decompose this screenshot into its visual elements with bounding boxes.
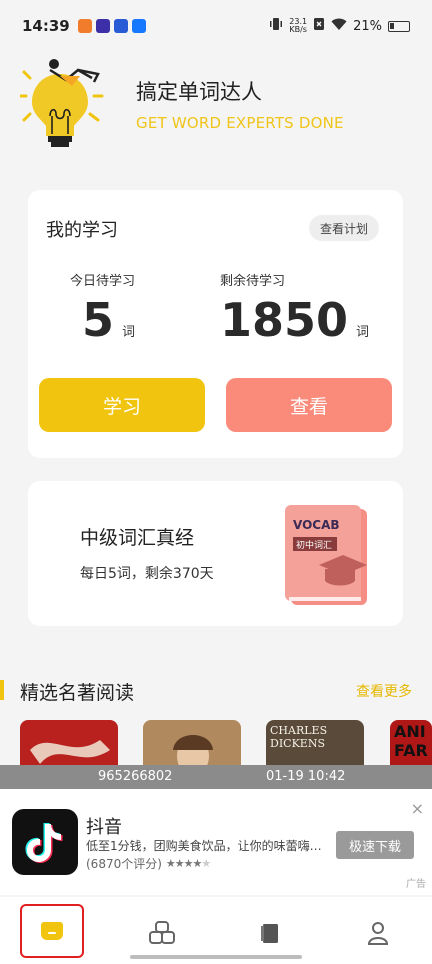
profile-icon: [367, 922, 389, 945]
net-speed-unit: KB/s: [289, 25, 307, 34]
watermark-id: 965266802: [98, 769, 173, 784]
remaining-label: 剩余待学习: [220, 274, 286, 289]
book-thumbnail-text: CHARLES DICKENS: [270, 724, 328, 750]
gesture-bar[interactable]: [130, 955, 302, 959]
bottom-nav: [0, 897, 432, 964]
ad-app-name: 抖音: [86, 817, 122, 838]
status-app-icons: [77, 19, 146, 33]
blue-link-icon: [113, 19, 128, 33]
ad-description: 低至1分钱，团购美食饮品，让你的味蕾嗨…: [86, 839, 322, 853]
apps-icon: [149, 921, 175, 944]
ad-banner[interactable]: 抖音 低至1分钱，团购美食饮品，让你的味蕾嗨… (6870个评分) ★★★★★ …: [0, 789, 432, 895]
remaining-value-wrap: 1850 词: [220, 289, 369, 343]
app-title: 搞定单词达人: [136, 80, 262, 104]
remaining-value: 1850: [220, 293, 349, 347]
portrait-art-icon: [143, 720, 241, 770]
status-right: 23.1 KB/s 21%: [269, 17, 410, 35]
nav-apps-tab[interactable]: [132, 905, 192, 961]
my-study-card: 我的学习 查看计划 今日待学习 5词 剩余待学习 1850 词 学习 查看: [28, 190, 403, 458]
my-study-title: 我的学习: [46, 220, 118, 241]
today-label: 今日待学习: [70, 274, 136, 289]
book-title: 中级词汇真经: [80, 527, 195, 549]
today-value-wrap: 5词: [82, 289, 135, 343]
orange-app-icon: [77, 19, 92, 33]
status-time: 14:39: [22, 17, 70, 35]
reading-section-title: 精选名著阅读: [20, 682, 135, 704]
book-thumbnail[interactable]: ANI FAR: [390, 720, 432, 770]
section-accent-bar: [0, 680, 4, 700]
book-cover-tag: 初中词汇: [296, 539, 332, 551]
app-subtitle: GET WORD EXPERTS DONE: [136, 114, 344, 132]
alipay-icon: [131, 19, 146, 33]
sim-off-icon: [313, 17, 325, 35]
book-art-icon: [30, 740, 110, 764]
nav-home-tab[interactable]: [20, 904, 84, 958]
book-thumbnail[interactable]: CHARLES DICKENS: [266, 720, 364, 770]
header: 搞定单词达人 GET WORD EXPERTS DONE: [20, 56, 412, 156]
lightbulb-mascot-icon: [20, 59, 104, 147]
book-icon: [261, 924, 278, 943]
study-button[interactable]: 学习: [39, 378, 205, 432]
purple-play-icon: [95, 19, 110, 33]
battery-icon: [388, 20, 410, 32]
vocab-book-card[interactable]: 中级词汇真经 每日5词，剩余370天 VOCAB 初中词汇: [28, 481, 403, 626]
book-thumbnail[interactable]: [20, 720, 118, 770]
nav-book-tab[interactable]: [240, 905, 300, 961]
watermark-time: 01-19 10:42: [266, 769, 346, 784]
nav-profile-tab[interactable]: [348, 905, 408, 961]
book-thumbnail[interactable]: [143, 720, 241, 770]
book-thumbnail-text: ANI FAR: [394, 722, 428, 760]
ad-label: 广告: [406, 879, 426, 890]
today-unit: 词: [122, 325, 136, 340]
douyin-logo-icon: [12, 809, 78, 875]
remaining-stat: 剩余待学习 1850 词: [220, 270, 369, 343]
status-bar: 14:39 23.1 KB/s 21%: [0, 0, 432, 52]
view-button[interactable]: 查看: [226, 378, 392, 432]
ad-rating-count: (6870个评分): [86, 857, 162, 871]
vibrate-icon: [269, 17, 283, 35]
reading-more-link[interactable]: 查看更多: [356, 681, 412, 701]
ad-rating: (6870个评分) ★★★★★: [86, 855, 211, 872]
view-plan-button[interactable]: 查看计划: [309, 215, 379, 241]
ad-download-button[interactable]: 极速下载: [336, 831, 414, 859]
rating-stars-icon: ★★★★★: [165, 857, 211, 870]
net-speed: 23.1 KB/s: [289, 18, 307, 34]
battery-percent: 21%: [353, 18, 382, 34]
book-cover-title: VOCAB: [293, 518, 340, 532]
today-value: 5: [82, 293, 115, 347]
watermark-strip: 965266802 01-19 10:42: [0, 765, 432, 789]
today-stat: 今日待学习 5词: [70, 270, 135, 343]
ad-close-icon[interactable]: ×: [411, 799, 424, 818]
wifi-icon: [331, 18, 347, 35]
remaining-unit: 词: [356, 325, 370, 340]
vocab-book-cover-icon: VOCAB 初中词汇: [285, 505, 367, 605]
book-progress: 每日5词，剩余370天: [80, 566, 214, 582]
home-icon: [41, 922, 63, 940]
